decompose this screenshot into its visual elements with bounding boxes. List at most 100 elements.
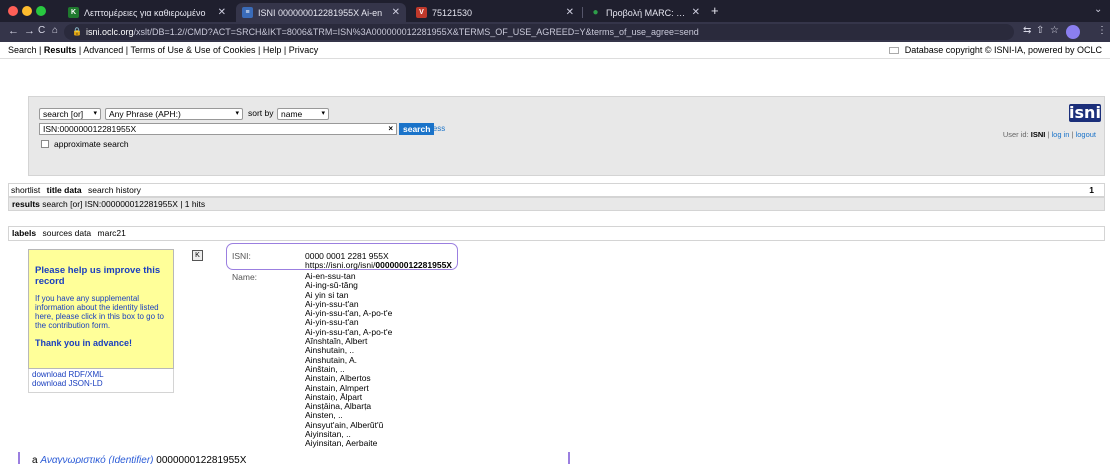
logout-link[interactable]: logout bbox=[1076, 130, 1096, 139]
browser-tab-1[interactable]: K Λεπτομέρειες για καθιερωμένο ✕ bbox=[62, 3, 232, 22]
browser-menu-icon[interactable]: ⋮ bbox=[1097, 25, 1107, 36]
close-tab-icon[interactable]: ✕ bbox=[566, 7, 574, 18]
menu-separator: | bbox=[36, 45, 44, 55]
clear-search-icon[interactable]: × bbox=[388, 124, 393, 134]
results-summary: search [or] ISN:000000012281955X | 1 hit… bbox=[42, 199, 206, 209]
copyright-notice: Database copyright © ISNI-IA, powered by… bbox=[888, 42, 1102, 59]
identifier-overlay: a Αναγνωριστικό (Identifier) 00000001228… bbox=[18, 452, 578, 464]
tab-favicon-icon: V bbox=[416, 7, 427, 18]
menu-terms-link[interactable]: Terms of Use & Use of Cookies bbox=[130, 45, 255, 55]
menu-search-link[interactable]: Search bbox=[8, 45, 37, 55]
profile-avatar[interactable] bbox=[1066, 25, 1080, 39]
minimize-window-button[interactable] bbox=[22, 6, 32, 16]
url-path: /xslt/DB=1.2//CMD?ACT=SRCH&IKT=8006&TRM=… bbox=[133, 27, 699, 37]
tab-title: Προβολή MARC: Einstein, Albe bbox=[606, 7, 686, 18]
identifier-label[interactable]: Αναγνωριστικό (Identifier) bbox=[40, 455, 153, 464]
home-icon[interactable]: ⌂ bbox=[52, 25, 58, 36]
contribution-help-box[interactable]: Please help us improve this record If yo… bbox=[28, 249, 174, 369]
menu-privacy-link[interactable]: Privacy bbox=[289, 45, 319, 55]
user-info: User id: ISNI | log in | logout bbox=[1003, 130, 1096, 139]
chevron-down-icon: ▾ bbox=[235, 110, 239, 117]
close-tab-icon[interactable]: ✕ bbox=[392, 7, 400, 18]
tab-title-data[interactable]: title data bbox=[47, 185, 82, 195]
results-label: results bbox=[12, 199, 40, 209]
overlay-right-border bbox=[568, 452, 570, 464]
close-tab-icon[interactable]: ✕ bbox=[218, 7, 226, 18]
record-card-icon[interactable]: K bbox=[192, 250, 203, 261]
url-host: isni.oclc.org bbox=[86, 27, 134, 37]
help-title: Please help us improve this record bbox=[35, 265, 161, 287]
search-input[interactable]: ISN:000000012281955X × bbox=[39, 123, 397, 135]
download-links: download RDF/XML download JSON-LD bbox=[28, 369, 174, 393]
tab-favicon-icon: ● bbox=[592, 7, 599, 18]
tab-title: 75121530 bbox=[432, 7, 473, 18]
download-jsonld-link[interactable]: download JSON-LD bbox=[32, 379, 170, 388]
tab-separator bbox=[582, 7, 583, 18]
isni-label: ISNI: bbox=[232, 251, 251, 261]
name-list: Ai-en-ssu-tan Ai-ing-sŭ-tăng Ai yin si t… bbox=[305, 271, 392, 449]
menu-separator: | bbox=[255, 45, 263, 55]
search-button[interactable]: search bbox=[399, 123, 435, 135]
overlay-left-border bbox=[18, 452, 20, 464]
tab-search-history[interactable]: search history bbox=[88, 185, 141, 195]
menu-help-link[interactable]: Help bbox=[263, 45, 282, 55]
identifier-prefix: a bbox=[32, 455, 38, 464]
tab-search-chevron-icon[interactable]: ⌄ bbox=[1094, 4, 1102, 15]
tab-title: ISNI 000000012281955X Ai-en bbox=[258, 7, 383, 18]
browser-tab-strip: K Λεπτομέρειες για καθιερωμένο ✕ ≡ ISNI … bbox=[0, 0, 1110, 22]
tab-marc21[interactable]: marc21 bbox=[98, 228, 126, 238]
user-id: ISNI bbox=[1030, 130, 1046, 139]
identifier-value: 000000012281955X bbox=[156, 455, 247, 464]
tab-sources-data[interactable]: sources data bbox=[42, 228, 91, 238]
isni-url-id: 000000012281955X bbox=[375, 260, 452, 270]
back-arrow-icon[interactable]: ← bbox=[8, 25, 19, 37]
reload-icon[interactable]: C bbox=[38, 25, 45, 36]
search-index-value: Any Phrase (APH:) bbox=[109, 109, 181, 119]
menu-advanced-link[interactable]: Advanced bbox=[83, 45, 123, 55]
copyright-text: Database copyright © ISNI-IA, powered by… bbox=[904, 45, 1102, 55]
chevron-down-icon: ▾ bbox=[321, 110, 325, 117]
sort-select[interactable]: name ▾ bbox=[277, 108, 329, 120]
translate-icon[interactable]: ⇆ bbox=[1023, 25, 1031, 36]
download-rdf-link[interactable]: download RDF/XML bbox=[32, 370, 170, 379]
menu-separator: | bbox=[281, 45, 289, 55]
address-bar[interactable]: 🔒 isni.oclc.org/xslt/DB=1.2//CMD?ACT=SRC… bbox=[64, 24, 1014, 40]
less-options-link[interactable]: less bbox=[431, 124, 445, 133]
browser-tab-2-active[interactable]: ≡ ISNI 000000012281955X Ai-en ✕ bbox=[236, 3, 406, 22]
search-mode-select[interactable]: search [or] ▾ bbox=[39, 108, 101, 120]
view-tabs: labels sources data marc21 bbox=[8, 226, 1105, 241]
name-label: Name: bbox=[232, 272, 258, 282]
isni-logo: isni bbox=[1069, 103, 1101, 122]
tab-labels[interactable]: labels bbox=[12, 228, 36, 238]
close-tab-icon[interactable]: ✕ bbox=[692, 7, 700, 18]
search-query-value: ISN:000000012281955X bbox=[43, 124, 137, 134]
new-tab-button[interactable]: + bbox=[711, 3, 719, 18]
approximate-search-label: approximate search bbox=[54, 139, 129, 149]
tab-favicon-icon: ≡ bbox=[242, 7, 253, 18]
user-id-label: User id: bbox=[1002, 130, 1029, 139]
search-index-select[interactable]: Any Phrase (APH:) ▾ bbox=[105, 108, 243, 120]
isni-url[interactable]: https://isni.org/isni/000000012281955X bbox=[305, 261, 452, 270]
chevron-down-icon: ▾ bbox=[93, 110, 97, 117]
share-icon[interactable]: ⇧ bbox=[1036, 25, 1044, 36]
login-link[interactable]: log in bbox=[1052, 130, 1070, 139]
database-grid-icon bbox=[888, 47, 899, 55]
help-thanks: Thank you in advance! bbox=[35, 338, 133, 348]
browser-tab-4[interactable]: ● Προβολή MARC: Einstein, Albe ✕ bbox=[584, 3, 706, 22]
identifier-row: a Αναγνωριστικό (Identifier) 00000001228… bbox=[32, 455, 246, 464]
tab-shortlist[interactable]: shortlist bbox=[11, 185, 40, 195]
menu-results-link[interactable]: Results bbox=[44, 45, 77, 55]
results-bar: results search [or] ISN:000000012281955X… bbox=[8, 197, 1105, 211]
site-menu-links: Search | Results | Advanced | Terms of U… bbox=[8, 42, 318, 59]
isni-url-prefix: https://isni.org/isni/ bbox=[305, 260, 376, 270]
result-tabs: shortlist title data search history 1 bbox=[8, 183, 1105, 197]
browser-tab-3[interactable]: V 75121530 ✕ bbox=[410, 3, 580, 22]
close-window-button[interactable] bbox=[8, 6, 18, 16]
forward-arrow-icon[interactable]: → bbox=[24, 25, 35, 37]
list-item: Aiyinsitan, Aerbaite bbox=[305, 438, 378, 449]
bookmark-star-icon[interactable]: ☆ bbox=[1050, 25, 1059, 36]
approximate-search-checkbox[interactable] bbox=[41, 140, 49, 148]
tab-favicon-icon: K bbox=[68, 7, 79, 18]
hit-index: 1 bbox=[1089, 185, 1094, 195]
maximize-window-button[interactable] bbox=[36, 6, 46, 16]
